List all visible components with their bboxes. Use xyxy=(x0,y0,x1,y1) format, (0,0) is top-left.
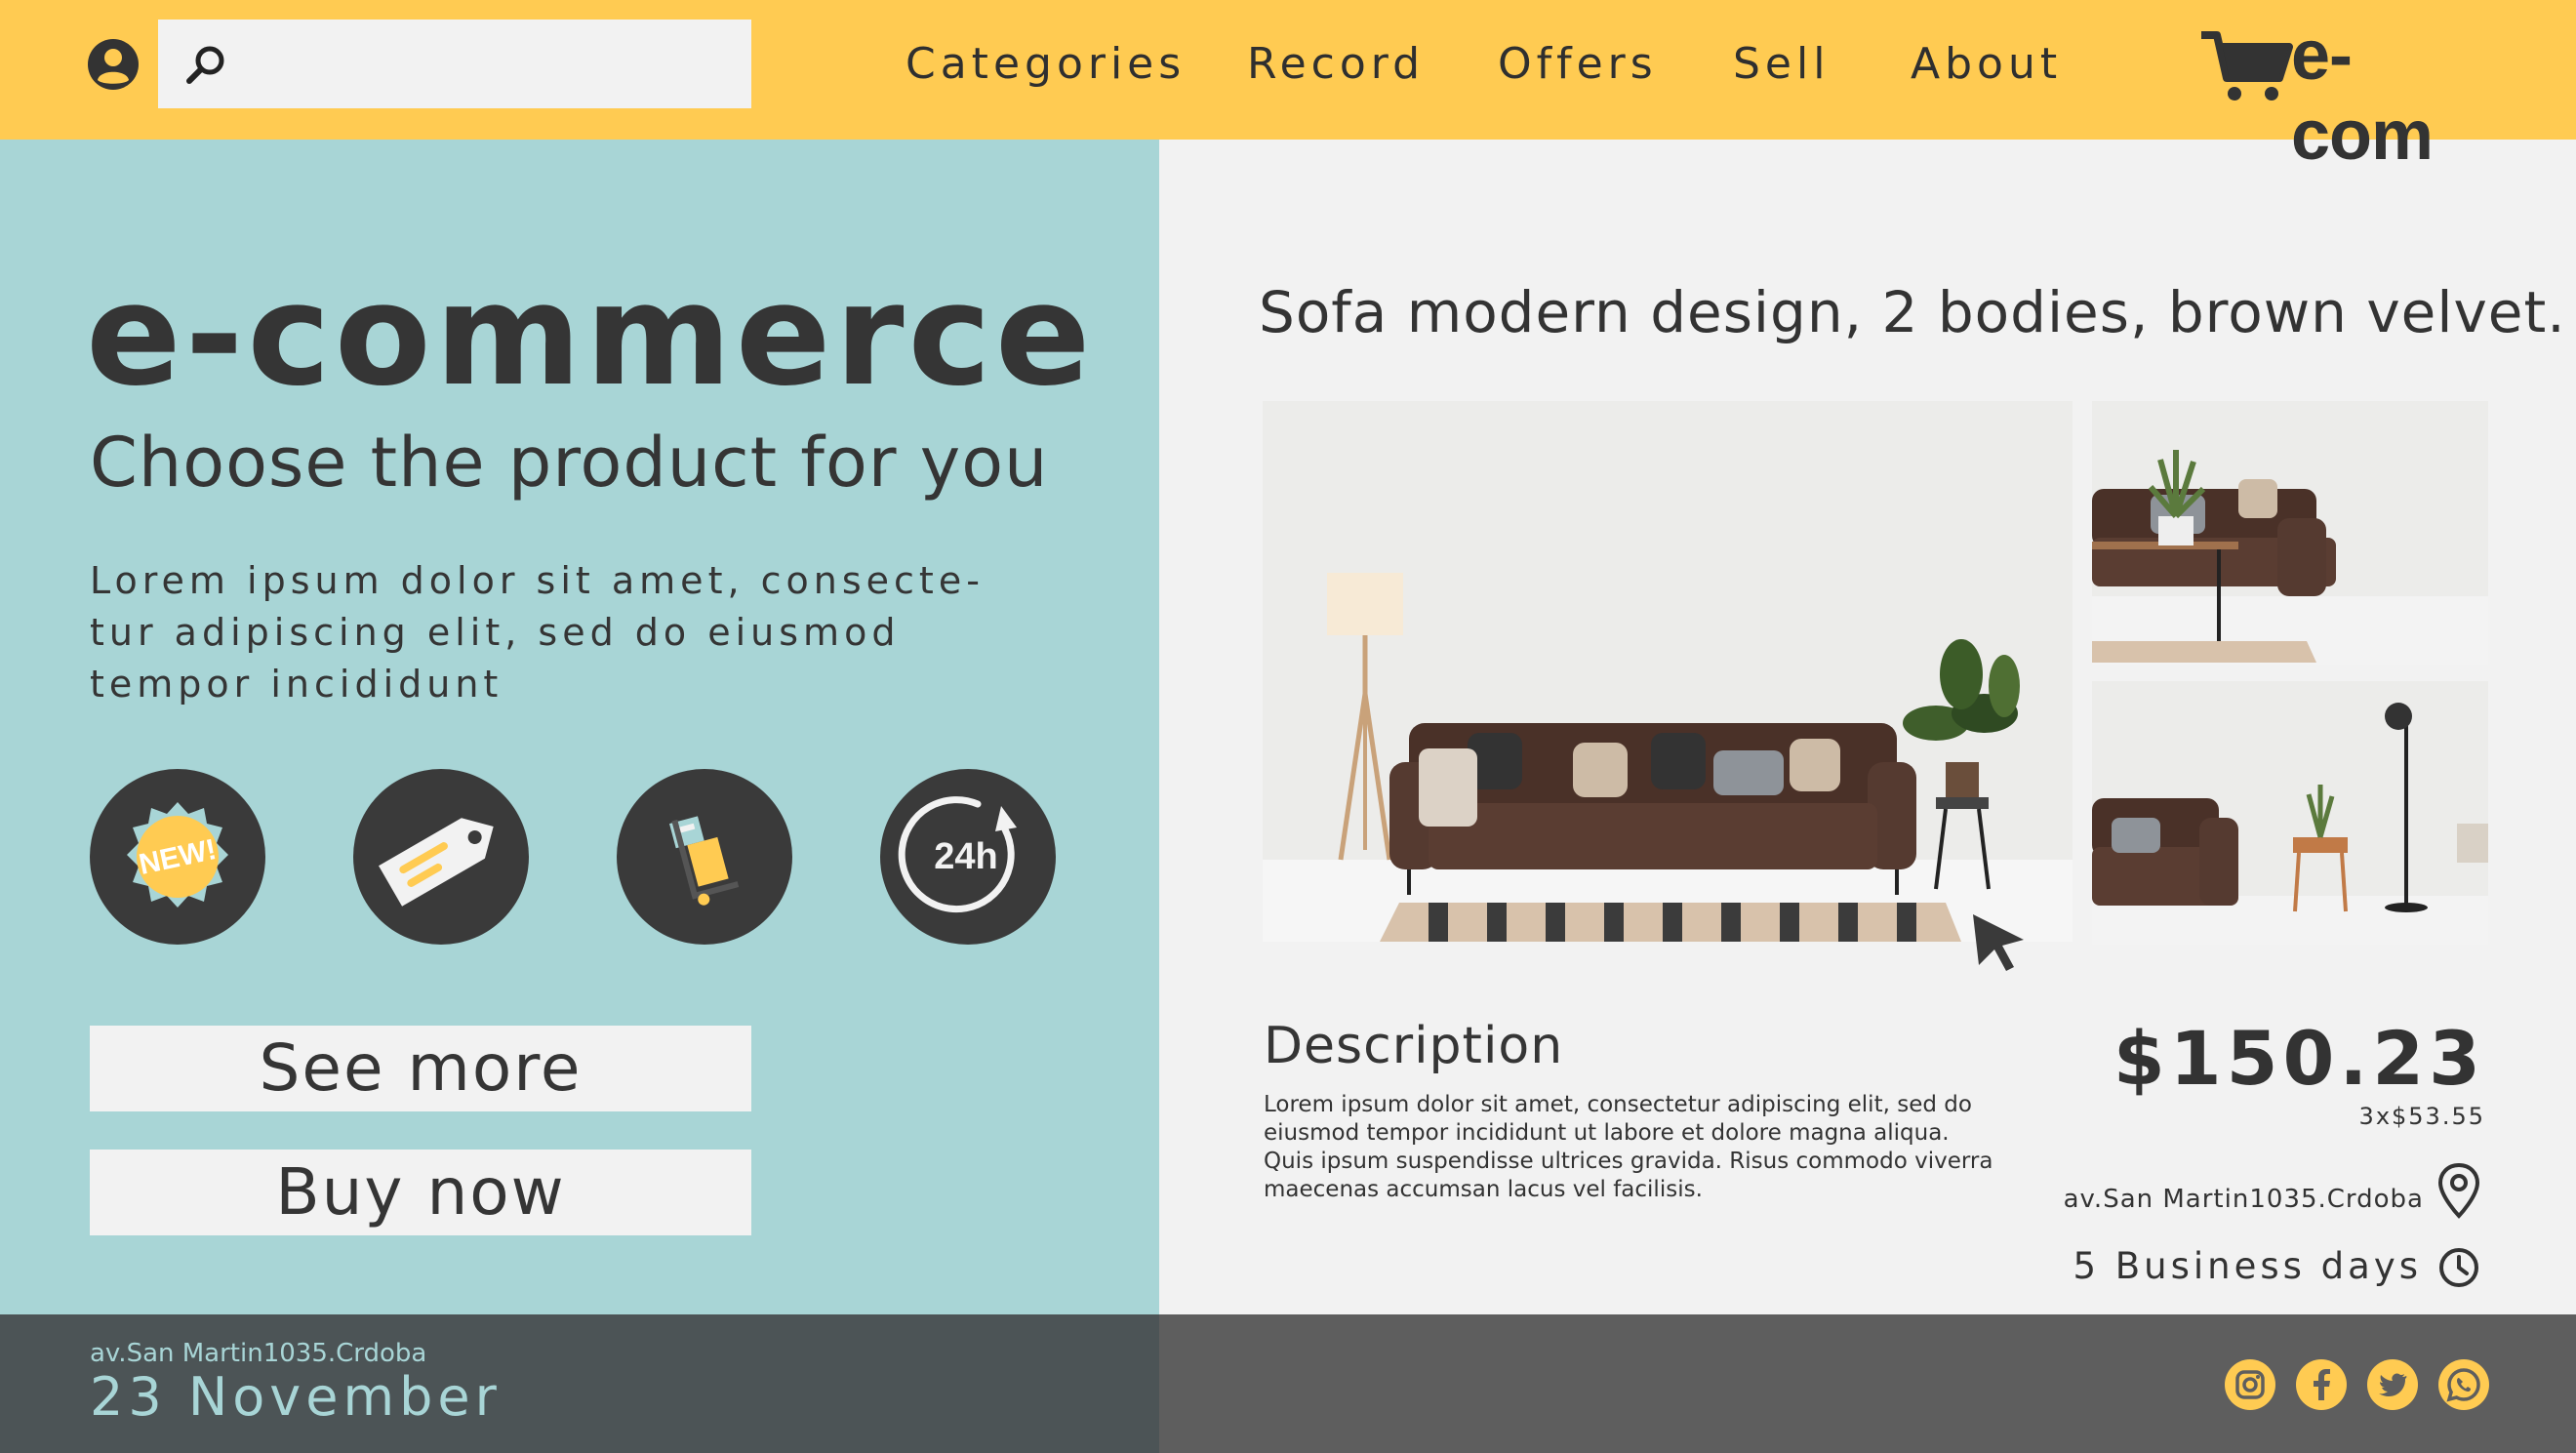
description-text: Lorem ipsum dolor sit amet, consectetur … xyxy=(1264,1092,1993,1202)
delivery-time: 5 Business days xyxy=(2073,1245,2422,1287)
svg-text:24h: 24h xyxy=(934,836,997,877)
logo-text: e-com xyxy=(2291,17,2434,175)
brand-logo[interactable]: e-com xyxy=(2199,17,2492,175)
nav-record[interactable]: Record xyxy=(1247,39,1425,89)
footer-address: av.San Martin1035.Crdoba xyxy=(90,1339,427,1368)
new-badge-icon: NEW! xyxy=(127,802,228,908)
search-icon[interactable] xyxy=(183,41,230,88)
nav-sell[interactable]: Sell xyxy=(1733,39,1830,89)
whatsapp-button[interactable] xyxy=(2438,1359,2489,1410)
installments: 3x$53.55 xyxy=(2358,1103,2485,1130)
twitter-button[interactable] xyxy=(2367,1359,2418,1410)
hero-title: e-commerce xyxy=(86,253,1095,417)
location-pin-icon xyxy=(2437,1162,2480,1219)
feature-price-tag[interactable] xyxy=(353,769,529,945)
facebook-button[interactable] xyxy=(2296,1359,2347,1410)
shopping-cart-icon xyxy=(2201,31,2293,101)
feature-24h[interactable]: 24h xyxy=(880,769,1056,945)
clock-icon xyxy=(2439,1248,2478,1287)
hero-body-text: Lorem ipsum dolor sit amet, consecte-tur… xyxy=(90,559,985,706)
description-title: Description xyxy=(1264,1017,1564,1075)
product-thumbnail-2[interactable] xyxy=(2092,681,2488,945)
product-thumbnail-1[interactable] xyxy=(2092,401,2488,665)
sofa-photo xyxy=(1263,401,2073,942)
hero-panel: e-commerce Choose the product for you Lo… xyxy=(0,140,1159,1314)
hero-subtitle: Choose the product for you xyxy=(90,423,1049,503)
feature-delivery[interactable] xyxy=(617,769,792,945)
nav-categories[interactable]: Categories xyxy=(906,39,1186,89)
facebook-icon xyxy=(2314,1369,2330,1400)
search-input[interactable] xyxy=(244,29,736,100)
24h-icon: 24h xyxy=(898,796,1017,913)
feature-new[interactable]: NEW! xyxy=(90,769,265,945)
user-account-icon[interactable] xyxy=(86,37,141,92)
twitter-icon xyxy=(2379,1373,2407,1396)
sofa-thumbnail-photo xyxy=(2092,401,2488,665)
nav-offers[interactable]: Offers xyxy=(1498,39,1658,89)
delivery-cart-icon xyxy=(669,816,740,906)
footer-right xyxy=(1159,1314,2576,1453)
store-address: av.San Martin1035.Crdoba xyxy=(2063,1185,2424,1214)
sofa-lamp-photo xyxy=(2092,681,2488,945)
mouse-pointer-icon xyxy=(1973,914,2024,971)
price-tag-icon xyxy=(379,818,494,907)
nav-about[interactable]: About xyxy=(1911,39,2062,89)
product-main-photo[interactable] xyxy=(1263,401,2073,942)
whatsapp-icon xyxy=(2446,1368,2480,1402)
instagram-button[interactable] xyxy=(2225,1359,2275,1410)
product-title: Sofa modern design, 2 bodies, brown velv… xyxy=(1259,279,2566,345)
instagram-icon xyxy=(2235,1370,2265,1399)
product-price: $150.23 xyxy=(2113,1015,2485,1102)
buy-now-button[interactable]: Buy now xyxy=(90,1150,751,1235)
see-more-button[interactable]: See more xyxy=(90,1026,751,1111)
footer-date: 23 November xyxy=(90,1366,502,1428)
